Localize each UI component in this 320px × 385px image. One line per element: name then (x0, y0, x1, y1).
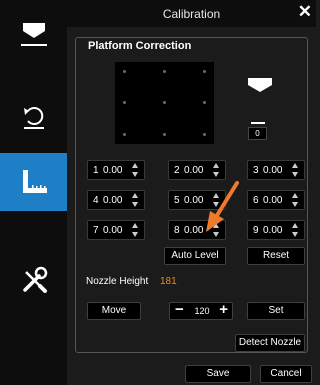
panel-title: Platform Correction (88, 40, 192, 52)
point-index: 3 (253, 165, 259, 176)
set-button[interactable]: Set (247, 302, 305, 320)
nozzle-icon (20, 23, 47, 46)
point-value: 0.00 (103, 225, 123, 236)
calibration-point-1[interactable]: 1 0.00 (87, 160, 145, 180)
auto-level-button[interactable]: Auto Level (164, 247, 226, 265)
spinner-icon[interactable] (132, 223, 139, 237)
platform-correction-panel: Platform Correction 0 1 0.00 2 0.00 3 0.… (75, 37, 308, 353)
spinner-icon[interactable] (132, 193, 139, 207)
rotate-icon (23, 107, 44, 129)
point-value: 0.00 (184, 195, 204, 206)
point-index: 8 (174, 225, 180, 236)
spinner-icon[interactable] (292, 163, 299, 177)
calibration-point-4[interactable]: 4 0.00 (87, 190, 145, 210)
nozzle-head-icon (248, 78, 272, 92)
reset-button[interactable]: Reset (247, 247, 305, 265)
point-index: 6 (253, 195, 259, 206)
grid-point (123, 133, 126, 136)
point-value: 0.00 (184, 225, 204, 236)
main-content: Platform Correction 0 1 0.00 2 0.00 3 0.… (67, 27, 316, 385)
move-button[interactable]: Move (87, 302, 141, 320)
point-index: 7 (93, 225, 99, 236)
calibration-point-3[interactable]: 3 0.00 (247, 160, 305, 180)
calibration-point-9[interactable]: 9 0.00 (247, 220, 305, 240)
grid-point (203, 133, 206, 136)
point-index: 1 (93, 165, 99, 176)
increment-button[interactable]: + (219, 301, 228, 318)
spinner-icon[interactable] (213, 193, 220, 207)
grid-point (203, 70, 206, 73)
tools-icon (22, 266, 47, 293)
cancel-button[interactable]: Cancel (260, 365, 312, 383)
nozzle-height-value: 181 (160, 276, 177, 287)
move-step-stepper[interactable]: − 120 + (169, 301, 233, 320)
grid-point (163, 101, 166, 104)
point-index: 2 (174, 165, 180, 176)
spinner-icon[interactable] (213, 163, 220, 177)
sidebar-item-nozzle[interactable] (0, 10, 67, 60)
decrement-button[interactable]: − (175, 301, 184, 318)
point-index: 4 (93, 195, 99, 206)
calibration-point-7[interactable]: 7 0.00 (87, 220, 145, 240)
grid-point (163, 70, 166, 73)
detect-nozzle-button[interactable]: Detect Nozzle (235, 334, 305, 352)
spinner-icon[interactable] (292, 223, 299, 237)
spinner-icon[interactable] (132, 163, 139, 177)
sidebar-item-calibration[interactable] (0, 153, 73, 211)
step-value: 120 (194, 306, 210, 316)
grid-point (123, 70, 126, 73)
title-bar: Calibration ✕ (67, 0, 316, 27)
grid-point (123, 101, 126, 104)
grid-point (163, 133, 166, 136)
spinner-icon[interactable] (213, 223, 220, 237)
calibration-point-2[interactable]: 2 0.00 (168, 160, 226, 180)
point-value: 0.00 (184, 165, 204, 176)
point-value: 0.00 (263, 225, 283, 236)
sidebar-item-rotate[interactable] (0, 90, 67, 140)
point-index: 5 (174, 195, 180, 206)
platform-bed-grid (115, 62, 214, 144)
sidebar-item-tools[interactable] (0, 255, 67, 305)
ruler-icon (22, 170, 47, 193)
save-button[interactable]: Save (185, 365, 251, 383)
spinner-icon[interactable] (292, 193, 299, 207)
calibration-point-8[interactable]: 8 0.00 (168, 220, 226, 240)
point-value: 0.00 (103, 165, 123, 176)
nozzle-offset-value: 0 (248, 127, 267, 140)
nozzle-level-bar (251, 122, 265, 124)
window-title: Calibration (162, 7, 221, 21)
point-value: 0.00 (263, 165, 283, 176)
grid-point (203, 101, 206, 104)
point-index: 9 (253, 225, 259, 236)
calibration-point-5[interactable]: 5 0.00 (168, 190, 226, 210)
point-value: 0.00 (263, 195, 283, 206)
sidebar (0, 0, 73, 385)
close-icon[interactable]: ✕ (298, 3, 312, 21)
point-value: 0.00 (103, 195, 123, 206)
nozzle-height-label: Nozzle Height (86, 276, 149, 287)
calibration-point-6[interactable]: 6 0.00 (247, 190, 305, 210)
